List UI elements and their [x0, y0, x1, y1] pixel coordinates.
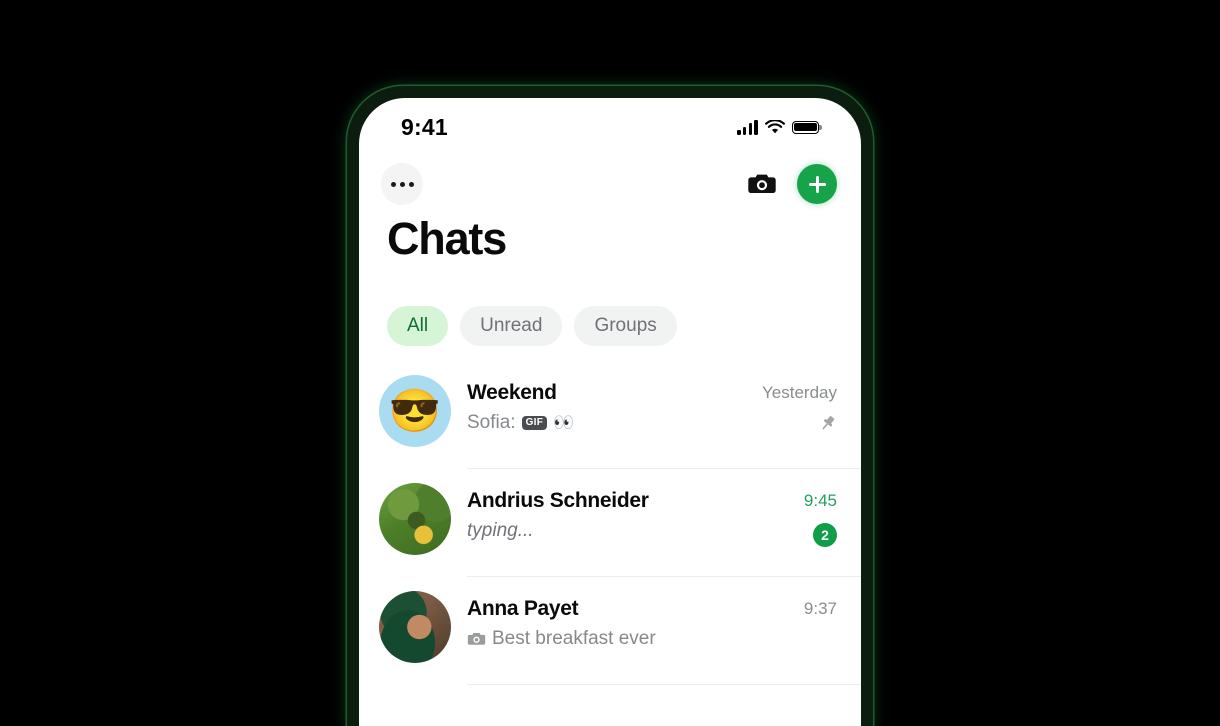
row-divider: [467, 684, 861, 685]
preview-sender: Sofia:: [467, 412, 516, 433]
eyes-emoji-icon: 👀: [553, 413, 575, 432]
status-bar: 9:41: [359, 98, 861, 150]
chat-row-meta: 9:45 2: [767, 483, 837, 547]
gif-badge: GIF: [521, 416, 548, 430]
page-title: Chats: [387, 213, 507, 264]
status-bar-time: 9:41: [401, 113, 448, 140]
chat-preview: typing...: [467, 520, 534, 541]
chat-row-main: Anna Payet Best breakfast ever: [467, 591, 767, 650]
chat-timestamp: Yesterday: [762, 383, 837, 402]
more-options-icon[interactable]: [381, 163, 423, 205]
phone-screen: 9:41 Chats All Unread Groups 😎 Weekend S…: [359, 98, 861, 726]
filter-pill-groups[interactable]: Groups: [574, 306, 677, 346]
avatar[interactable]: [379, 483, 451, 555]
chat-row-main: Andrius Schneider typing...: [467, 483, 767, 542]
chat-list-item-anna-payet[interactable]: Anna Payet Best breakfast ever 9:37: [359, 577, 861, 685]
chat-list-item-andrius-schneider[interactable]: Andrius Schneider typing... 9:45 2: [359, 469, 861, 577]
status-bar-icons: [737, 119, 822, 135]
chat-title: Weekend: [467, 381, 557, 404]
camera-icon[interactable]: [745, 167, 779, 201]
battery-full-icon: [792, 120, 822, 134]
unread-count-badge: 2: [813, 523, 837, 547]
chat-list: 😎 Weekend Sofia: GIF 👀 Yesterday Andrius…: [359, 361, 861, 685]
chat-preview: Sofia: GIF 👀: [467, 412, 762, 434]
top-bar-actions: [745, 164, 837, 204]
pin-icon: [818, 414, 837, 438]
chat-row-meta: Yesterday: [762, 375, 837, 438]
sunglasses-emoji-icon: 😎: [388, 387, 442, 434]
phone-device-frame: 9:41 Chats All Unread Groups 😎 Weekend S…: [347, 86, 873, 726]
camera-icon: [467, 631, 486, 647]
filter-pill-all[interactable]: All: [387, 306, 449, 346]
filter-pill-unread[interactable]: Unread: [460, 306, 563, 346]
chat-filters: All Unread Groups: [387, 306, 677, 346]
chat-title: Anna Payet: [467, 597, 579, 620]
chat-preview: Best breakfast ever: [467, 628, 767, 650]
avatar[interactable]: 😎: [379, 375, 451, 447]
chat-row-meta: 9:37: [767, 591, 837, 619]
wifi-icon: [765, 119, 785, 135]
chat-row-main: Weekend Sofia: GIF 👀: [467, 375, 762, 434]
chat-title: Andrius Schneider: [467, 489, 649, 512]
preview-text: Best breakfast ever: [492, 628, 656, 649]
top-action-bar: [359, 154, 861, 214]
chat-list-item-weekend[interactable]: 😎 Weekend Sofia: GIF 👀 Yesterday: [359, 361, 861, 469]
chat-timestamp: 9:37: [803, 599, 837, 618]
avatar[interactable]: [379, 591, 451, 663]
cellular-signal-icon: [737, 119, 758, 135]
chat-timestamp: 9:45: [803, 491, 837, 510]
new-chat-plus-button[interactable]: [797, 164, 837, 204]
